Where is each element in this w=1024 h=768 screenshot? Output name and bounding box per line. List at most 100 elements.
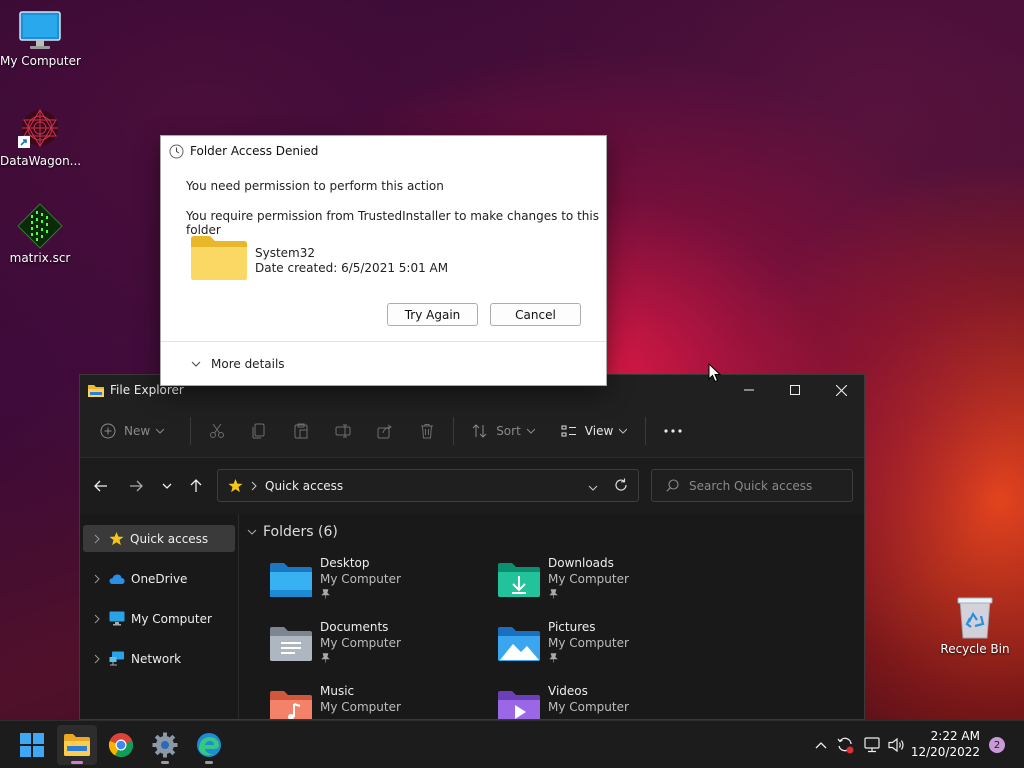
sidebar-item-label: Quick access — [130, 531, 209, 546]
address-location: Quick access — [265, 478, 344, 493]
address-history-button[interactable] — [588, 480, 598, 494]
sidebar-item-quick-access[interactable]: Quick access — [83, 525, 235, 552]
cloud-icon — [109, 574, 125, 584]
chevron-right-icon — [94, 654, 100, 663]
folder-name: Pictures — [548, 620, 596, 634]
sidebar-item-onedrive[interactable]: OneDrive — [83, 565, 235, 592]
arrow-right-icon — [130, 480, 143, 492]
desktop-icon-label: My Computer — [0, 54, 81, 68]
copy-button[interactable] — [251, 423, 267, 439]
cut-button[interactable] — [209, 423, 225, 439]
network-status-button[interactable] — [862, 735, 882, 755]
recent-locations-button[interactable] — [157, 476, 177, 496]
dialog-titlebar[interactable]: Folder Access Denied — [161, 136, 606, 166]
maximize-button[interactable] — [772, 375, 818, 405]
taskbar-file-explorer[interactable] — [57, 725, 97, 765]
mouse-cursor-icon — [708, 363, 722, 383]
view-list-icon — [561, 425, 576, 437]
search-input[interactable] — [689, 478, 839, 493]
folder-tile-pictures[interactable]: Pictures My Computer — [497, 620, 717, 674]
show-hidden-icons-button[interactable] — [811, 735, 831, 755]
folder-tile-desktop[interactable]: Desktop My Computer — [269, 556, 489, 610]
videos-folder-icon — [498, 691, 540, 719]
folder-location: My Computer — [320, 572, 401, 586]
view-button[interactable]: View — [561, 423, 628, 439]
trash-icon — [421, 424, 434, 439]
more-details-toggle[interactable]: More details — [161, 341, 606, 385]
new-button[interactable]: New — [100, 423, 165, 439]
rename-icon — [335, 424, 351, 438]
folders-group-header[interactable]: Folders (6) — [247, 517, 864, 547]
folder-location: My Computer — [320, 700, 401, 714]
downloads-folder-icon — [498, 563, 540, 597]
minimize-button[interactable] — [726, 375, 772, 405]
folder-tile-documents[interactable]: Documents My Computer — [269, 620, 489, 674]
file-explorer-icon — [88, 385, 104, 397]
sidebar-item-label: Network — [131, 651, 182, 666]
folders-group-label: Folders (6) — [263, 524, 338, 540]
back-button[interactable] — [91, 476, 111, 496]
monitor-icon — [19, 11, 61, 49]
folder-tile-downloads[interactable]: Downloads My Computer — [497, 556, 717, 610]
sidebar-item-network[interactable]: Network — [83, 645, 235, 672]
clock-time: 2:22 AM — [930, 729, 980, 743]
rename-button[interactable] — [335, 423, 351, 439]
network-icon — [109, 651, 124, 666]
folder-icon — [191, 236, 247, 280]
folder-location: My Computer — [548, 636, 629, 650]
forward-button[interactable] — [126, 476, 146, 496]
folder-name: Videos — [548, 684, 588, 698]
taskbar-edge[interactable] — [189, 725, 229, 765]
running-app-indicator — [161, 761, 169, 764]
sort-button[interactable]: Sort — [472, 423, 535, 439]
datawagon-shortcut-icon — [18, 109, 58, 148]
share-icon — [377, 424, 393, 439]
taskbar-settings[interactable] — [145, 725, 185, 765]
folder-name: Documents — [320, 620, 389, 634]
desktop-icon-my-computer[interactable]: My Computer — [0, 10, 81, 68]
windows-logo-icon — [20, 733, 44, 757]
file-explorer-window: File Explorer New Sort View Quick access… — [79, 374, 865, 720]
folder-date-created: Date created: 6/5/2021 5:01 AM — [255, 261, 449, 275]
folder-name: System32 — [255, 246, 316, 260]
recycle-bin-icon — [957, 597, 993, 639]
search-box[interactable] — [651, 469, 853, 502]
more-options-button[interactable] — [664, 429, 682, 433]
cancel-button[interactable]: Cancel — [490, 303, 581, 326]
up-button[interactable] — [186, 476, 206, 496]
edge-icon — [197, 733, 221, 757]
taskbar-chrome[interactable] — [101, 725, 141, 765]
clock[interactable]: 2:22 AM 12/20/2022 — [911, 728, 980, 760]
volume-button[interactable] — [887, 735, 907, 755]
arrow-left-icon — [94, 480, 107, 492]
notification-badge[interactable]: 2 — [989, 737, 1005, 753]
chevron-down-icon — [247, 529, 257, 535]
folder-tile-videos[interactable]: Videos My Computer — [497, 684, 717, 719]
active-app-indicator — [71, 761, 83, 764]
search-icon — [666, 479, 679, 492]
desktop-icon-recycle-bin[interactable]: Recycle Bin — [935, 596, 1015, 656]
sidebar-item-my-computer[interactable]: My Computer — [83, 605, 235, 632]
scissors-icon — [210, 423, 225, 438]
toolbar-divider — [453, 417, 455, 445]
address-bar[interactable]: Quick access — [217, 469, 639, 502]
start-button[interactable] — [12, 725, 52, 765]
delete-button[interactable] — [419, 423, 435, 439]
gear-icon — [152, 732, 178, 758]
minimize-icon — [744, 389, 754, 391]
folder-tile-music[interactable]: Music My Computer — [269, 684, 489, 719]
chevron-right-icon — [94, 534, 100, 543]
pin-icon — [321, 653, 330, 663]
sync-status-button[interactable] — [835, 735, 855, 755]
content-pane: Folders (6) Desktop My Computer Download… — [239, 514, 864, 719]
refresh-button[interactable] — [614, 478, 628, 495]
try-again-button[interactable]: Try Again — [387, 303, 478, 326]
desktop-icon-datawagon[interactable]: DataWagon... — [0, 106, 81, 168]
desktop-icon-matrix[interactable]: matrix.scr — [0, 203, 80, 265]
dialog-message-primary: You need permission to perform this acti… — [186, 179, 444, 193]
close-button[interactable] — [818, 375, 864, 405]
share-button[interactable] — [377, 423, 393, 439]
taskbar: 2:22 AM 12/20/2022 2 — [0, 720, 1024, 768]
desktop-icon-label: Recycle Bin — [940, 642, 1010, 656]
paste-button[interactable] — [293, 423, 309, 439]
